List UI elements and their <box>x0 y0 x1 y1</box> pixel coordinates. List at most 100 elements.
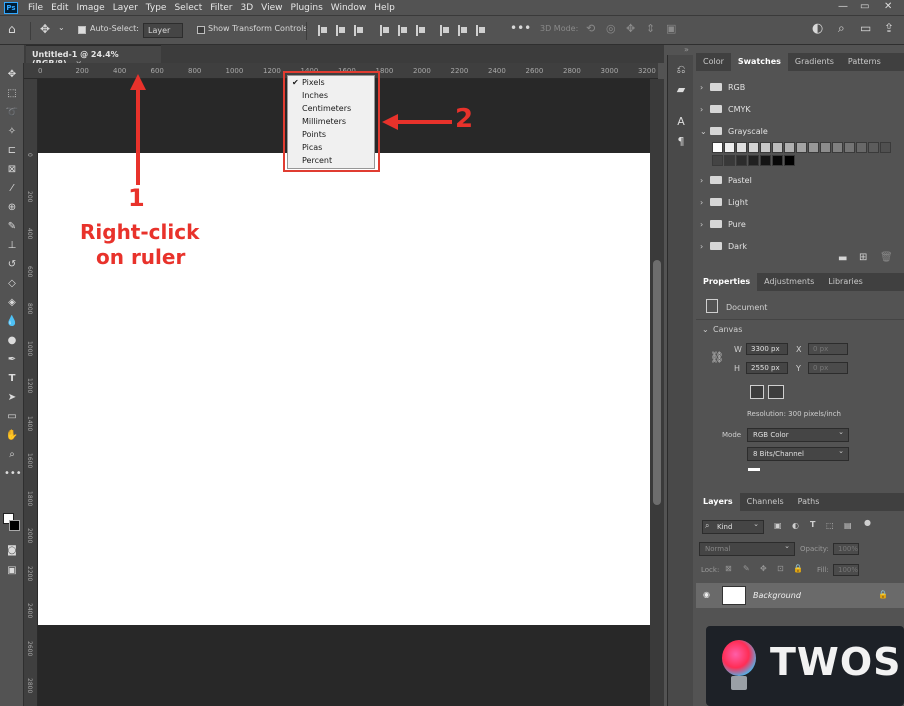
tab-paths[interactable]: Paths <box>791 493 827 511</box>
zoom-tool-icon[interactable]: ⌕ <box>4 447 20 463</box>
layer-filter-dropdown[interactable]: Kind <box>702 520 764 534</box>
lock-all-icon[interactable]: 🔒 <box>793 564 803 573</box>
roll-3d-icon[interactable]: ◎ <box>606 22 616 35</box>
color-mode-dropdown[interactable]: RGB Color <box>747 428 849 442</box>
drag-3d-icon[interactable]: ✥ <box>626 22 635 35</box>
menu-window[interactable]: Window <box>327 3 371 13</box>
align-bottom-icon[interactable] <box>416 25 426 36</box>
new-folder-icon[interactable]: ▬ <box>838 253 847 264</box>
color-swatch[interactable] <box>724 142 735 153</box>
lasso-tool-icon[interactable]: ➰ <box>4 105 20 121</box>
paragraph-icon[interactable]: ¶ <box>674 135 688 149</box>
color-swatch[interactable] <box>736 142 747 153</box>
menu-edit[interactable]: Edit <box>47 3 72 13</box>
distribute-right-icon[interactable] <box>476 25 486 36</box>
eraser-tool-icon[interactable]: ◇ <box>4 276 20 292</box>
swatch-folder-dark[interactable]: › Dark <box>700 239 747 253</box>
eyedropper-tool-icon[interactable]: ⁄ <box>4 181 20 197</box>
color-swatch[interactable] <box>760 142 771 153</box>
layer-row-background[interactable]: ◉ Background 🔒 <box>696 583 904 608</box>
color-swatch[interactable] <box>712 142 723 153</box>
quick-mask-icon[interactable]: ◙ <box>4 543 20 559</box>
visibility-eye-icon[interactable]: ◉ <box>703 590 710 599</box>
history-icon[interactable]: ⎌ <box>674 63 688 77</box>
path-selection-tool-icon[interactable]: ➤ <box>4 390 20 406</box>
scrollbar-thumb[interactable] <box>653 260 661 505</box>
dodge-tool-icon[interactable]: ● <box>4 333 20 349</box>
background-color-swatch[interactable] <box>9 520 20 531</box>
auto-select-dropdown[interactable]: Layer <box>143 23 183 38</box>
color-swatch[interactable] <box>784 155 795 166</box>
healing-brush-tool-icon[interactable]: ⊕ <box>4 200 20 216</box>
tab-channels[interactable]: Channels <box>740 493 791 511</box>
slide-3d-icon[interactable]: ⇕ <box>646 22 655 35</box>
menu-file[interactable]: File <box>24 3 47 13</box>
color-swatch[interactable] <box>832 142 843 153</box>
color-swatch[interactable] <box>736 155 747 166</box>
crop-tool-icon[interactable]: ⊏ <box>4 143 20 159</box>
bit-depth-dropdown[interactable]: 8 Bits/Channel <box>747 447 849 461</box>
color-swatch[interactable] <box>844 142 855 153</box>
document-tab[interactable]: Untitled-1 @ 24.4% (RGB/8) × <box>26 45 161 68</box>
swatch-folder-light[interactable]: › Light <box>700 195 748 209</box>
distribute-left-icon[interactable] <box>440 25 450 36</box>
vertical-ruler[interactable]: 0 200 400 600 800 1000 1200 1400 1600 1800 2000 220… <box>24 79 38 706</box>
history-brush-tool-icon[interactable]: ↺ <box>4 257 20 273</box>
filter-type-icon[interactable]: T <box>810 520 815 529</box>
new-swatch-icon[interactable]: ⊞ <box>859 252 867 263</box>
tab-gradients[interactable]: Gradients <box>788 53 841 71</box>
share-icon[interactable]: ⇪ <box>884 21 894 35</box>
y-field[interactable]: 0 px <box>808 362 848 374</box>
color-swatch[interactable] <box>856 142 867 153</box>
menu-help[interactable]: Help <box>370 3 399 13</box>
color-swatch[interactable] <box>820 142 831 153</box>
move-tool-icon[interactable]: ✥ <box>4 67 20 83</box>
filter-adjustment-icon[interactable]: ◐ <box>792 521 799 530</box>
swatch-folder-rgb[interactable]: › RGB <box>700 80 745 94</box>
filter-toggle-icon[interactable]: ● <box>864 518 871 527</box>
color-swatch[interactable] <box>748 142 759 153</box>
rectangle-tool-icon[interactable]: ▭ <box>4 409 20 425</box>
filter-smart-object-icon[interactable]: ▤ <box>844 521 852 530</box>
filter-pixel-icon[interactable]: ▣ <box>774 521 782 530</box>
color-swatch[interactable] <box>772 142 783 153</box>
portrait-orientation-button[interactable] <box>750 385 764 399</box>
delete-swatch-icon[interactable]: 🗑 <box>880 252 893 263</box>
tab-adjustments[interactable]: Adjustments <box>757 273 821 291</box>
width-field[interactable]: 3300 px <box>746 343 788 355</box>
move-tool-icon[interactable]: ✥ <box>40 22 50 36</box>
color-swatch[interactable] <box>784 142 795 153</box>
distribute-center-icon[interactable] <box>458 25 468 36</box>
tab-layers[interactable]: Layers <box>696 493 740 511</box>
tab-swatches[interactable]: Swatches <box>730 53 788 71</box>
height-field[interactable]: 2550 px <box>746 362 788 374</box>
swatch-folder-cmyk[interactable]: › CMYK <box>700 102 751 116</box>
lock-transparent-icon[interactable]: ⊠ <box>725 564 732 573</box>
align-right-icon[interactable] <box>354 25 364 36</box>
tab-libraries[interactable]: Libraries <box>821 273 870 291</box>
swatch-folder-pure[interactable]: › Pure <box>700 217 746 231</box>
fill-field[interactable]: 100% <box>833 564 859 576</box>
scale-3d-icon[interactable]: ▣ <box>666 22 676 35</box>
swatch-folder-pastel[interactable]: › Pastel <box>700 173 752 187</box>
menu-layer[interactable]: Layer <box>109 3 142 13</box>
transform-controls-checkbox[interactable] <box>197 26 205 34</box>
minimize-button[interactable]: — <box>838 1 848 12</box>
more-options-button[interactable]: ••• <box>510 21 531 35</box>
link-dimensions-icon[interactable]: ⛓ <box>710 351 724 364</box>
align-center-icon[interactable] <box>336 25 346 36</box>
user-icon[interactable]: ◐ <box>812 21 823 36</box>
chevron-down-icon[interactable]: ⌄ <box>58 23 65 32</box>
opacity-field[interactable]: 100% <box>833 543 859 555</box>
search-icon[interactable]: ⌕ <box>838 21 845 36</box>
blur-tool-icon[interactable]: 💧 <box>4 314 20 330</box>
paint-bucket-tool-icon[interactable]: ◈ <box>4 295 20 311</box>
background-color-indicator[interactable] <box>748 468 760 471</box>
menu-view[interactable]: View <box>257 3 286 13</box>
menu-3d[interactable]: 3D <box>237 3 258 13</box>
maximize-button[interactable]: ▭ <box>860 1 869 12</box>
lock-artboard-icon[interactable]: ⊡ <box>777 564 784 573</box>
lock-image-icon[interactable]: ✎ <box>743 564 750 573</box>
type-tool-icon[interactable]: T <box>4 371 20 387</box>
chevron-down-icon[interactable]: ⌄ <box>702 325 709 334</box>
